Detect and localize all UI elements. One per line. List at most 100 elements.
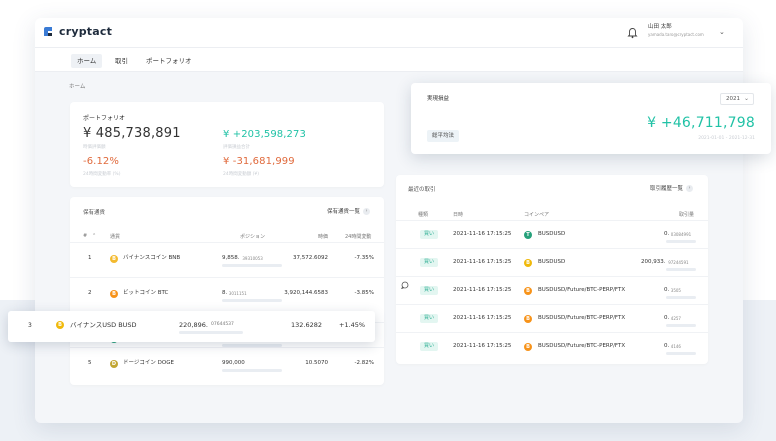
rank: 5 bbox=[88, 360, 92, 366]
tab-home[interactable]: ホーム bbox=[71, 54, 103, 68]
change-pct: -6.12% bbox=[83, 156, 119, 167]
bell-icon[interactable] bbox=[627, 27, 638, 39]
position-frac: 39310053 bbox=[242, 256, 263, 261]
table-row[interactable]: 2 B ビットコイン BTC 8. 3011151 3,920,144.6583 -3.85… bbox=[70, 277, 384, 311]
coin-icon: T bbox=[524, 231, 532, 239]
logo-text: cryptact bbox=[59, 25, 113, 38]
holdings-title: 保有通貨 bbox=[83, 210, 106, 216]
col-price[interactable]: 時価 bbox=[318, 233, 328, 240]
realized-title: 実現損益 bbox=[427, 96, 450, 102]
user-info[interactable]: 山田 太郎 yamada.taro@cryptact.com bbox=[648, 24, 704, 37]
col-position[interactable]: ポジション bbox=[240, 233, 265, 240]
col-type[interactable]: 種類 bbox=[418, 211, 428, 218]
tab-portfolio[interactable]: ポートフォリオ bbox=[140, 54, 198, 68]
price: 37,572.6092 bbox=[293, 255, 328, 261]
table-row[interactable]: 買い 2021-11-16 17:15:25 B BUSDUSD/Future/BTC… bbox=[396, 332, 708, 360]
position-main: 9,858. bbox=[222, 255, 240, 261]
rank: 1 bbox=[88, 255, 92, 261]
table-row[interactable]: 買い 2021-11-16 17:15:25 B BUSDUSD 200,933. 972… bbox=[396, 248, 708, 276]
coin-pair: BUSDUSD/Future/BTC-PERP/FTX bbox=[538, 287, 626, 293]
breadcrumb: ホーム bbox=[69, 84, 86, 90]
amount-frac: 3505 bbox=[670, 288, 681, 293]
app-window: cryptact 山田 太郎 yamada.taro@cryptact.com … bbox=[35, 18, 743, 423]
position-main: 220,896. bbox=[179, 321, 208, 329]
amount-bar bbox=[666, 268, 696, 271]
col-currency[interactable]: 通貨 bbox=[110, 233, 120, 240]
amount-main: 200,933. bbox=[641, 259, 666, 265]
pnl-value: ¥ +203,598,273 bbox=[223, 129, 306, 140]
currency-name: ビットコイン BTC bbox=[123, 290, 169, 296]
coin-icon: B bbox=[524, 287, 532, 295]
tab-trades[interactable]: 取引 bbox=[109, 54, 134, 68]
col-pair[interactable]: コインペア bbox=[524, 211, 549, 218]
price: 3,920,144.6583 bbox=[284, 290, 328, 296]
table-row[interactable]: 5 D ドージコイン DOGE 990,000 10.5070 -2.82% bbox=[70, 347, 384, 381]
coin-icon: B bbox=[524, 343, 532, 351]
rank: 2 bbox=[88, 290, 92, 296]
amount-main: 0. bbox=[664, 287, 670, 293]
col-amount[interactable]: 取引量 bbox=[679, 211, 694, 218]
price: 132.6282 bbox=[291, 321, 323, 329]
table-row[interactable]: 買い 2021-11-16 17:15:25 B BUSDUSD/Future/BTC… bbox=[396, 304, 708, 332]
amount-frac: 97244591 bbox=[668, 260, 689, 265]
trades-card: 最近の取引 取引履歴一覧 › 種類 日時 コインペア 取引量 買い 2021-11… bbox=[396, 175, 708, 364]
rank: 3 bbox=[28, 322, 32, 329]
trade-date: 2021-11-16 17:15:25 bbox=[453, 231, 512, 237]
position-bar bbox=[179, 331, 243, 334]
buy-badge: 買い bbox=[420, 286, 439, 295]
amount-main: 0. bbox=[664, 343, 670, 349]
chevron-right-icon: › bbox=[686, 184, 694, 192]
coin-icon: B bbox=[524, 259, 532, 267]
holdings-list-link-label: 保有通貨一覧 bbox=[327, 209, 361, 215]
cryptact-logo-icon bbox=[44, 27, 52, 36]
trades-history-link-label: 取引履歴一覧 bbox=[650, 186, 684, 192]
nav-bar: ホーム 取引 ポートフォリオ bbox=[35, 48, 743, 72]
top-bar: cryptact 山田 太郎 yamada.taro@cryptact.com … bbox=[35, 18, 743, 48]
col-date[interactable]: 日時 bbox=[453, 211, 463, 218]
total-value: ¥ 485,738,891 bbox=[83, 126, 181, 141]
year-value: 2021 bbox=[726, 96, 740, 102]
price: 10.5070 bbox=[305, 360, 328, 366]
col-rank[interactable]: # bbox=[83, 233, 87, 239]
table-row[interactable]: 買い 2021-11-16 17:15:25 B BUSDUSD/Future/BTC… bbox=[396, 276, 708, 304]
buy-badge: 買い bbox=[420, 230, 439, 239]
amount-bar bbox=[666, 240, 696, 243]
pnl-label: 評価損益合計 bbox=[223, 145, 250, 150]
amount-bar bbox=[666, 352, 696, 355]
realized-value: ¥ +46,711,798 bbox=[647, 115, 755, 131]
amount-bar bbox=[666, 296, 696, 299]
holdings-list-link[interactable]: 保有通貨一覧 › bbox=[327, 207, 371, 215]
sort-arrow-icon[interactable]: ⌃ bbox=[92, 233, 96, 239]
change: -7.35% bbox=[354, 255, 374, 261]
trade-date: 2021-11-16 17:15:25 bbox=[453, 343, 512, 349]
year-select[interactable]: 2021 ⌄ bbox=[720, 93, 754, 105]
total-value-label: 時価評価額 bbox=[83, 145, 106, 150]
highlighted-holding-row[interactable]: 3 B バイナンスUSD BUSD 220,896. 07644537 132.… bbox=[8, 311, 375, 342]
holdings-card: 保有通貨 保有通貨一覧 › # ⌃ 通貨 ポジション 時価 24時間変動 1 Bバ… bbox=[70, 197, 384, 385]
method-badge: 総平均法 bbox=[427, 130, 460, 142]
col-change[interactable]: 24時間変動 bbox=[345, 233, 371, 240]
currency-name: バイナンスコイン BNB bbox=[123, 255, 181, 261]
portfolio-title: ポートフォリオ bbox=[83, 115, 126, 122]
trade-date: 2021-11-16 17:15:25 bbox=[453, 315, 512, 321]
coin-icon: B bbox=[110, 255, 118, 263]
change-pct-label: 24時間変動率 (%) bbox=[83, 172, 121, 177]
buy-badge: 買い bbox=[420, 314, 439, 323]
amount-frac: 4146 bbox=[670, 344, 681, 349]
chevron-down-icon: ⌄ bbox=[743, 95, 749, 102]
trades-history-link[interactable]: 取引履歴一覧 › bbox=[650, 184, 694, 192]
table-row[interactable]: 買い 2021-11-16 17:15:25 T BUSDUSD 0. 03084991 bbox=[396, 220, 708, 248]
position-bar bbox=[222, 369, 282, 372]
table-row[interactable]: 1 B バイナンスコイン BNB 9,858. 39310053 37,572.6092 -… bbox=[70, 242, 384, 276]
amount-frac: 4257 bbox=[670, 316, 681, 321]
logo[interactable]: cryptact bbox=[43, 25, 112, 38]
chevron-right-icon: › bbox=[363, 207, 371, 215]
user-name: 山田 太郎 bbox=[648, 24, 672, 30]
trade-date: 2021-11-16 17:15:25 bbox=[453, 259, 512, 265]
trade-date: 2021-11-16 17:15:25 bbox=[453, 287, 512, 293]
coin-icon: D bbox=[110, 360, 118, 368]
chevron-down-icon[interactable]: ⌄ bbox=[719, 28, 725, 36]
buy-badge: 買い bbox=[420, 258, 439, 267]
portfolio-card: ポートフォリオ ¥ 485,738,891 時価評価額 ¥ +203,598,2… bbox=[70, 102, 384, 187]
amount-main: 0. bbox=[664, 231, 670, 237]
